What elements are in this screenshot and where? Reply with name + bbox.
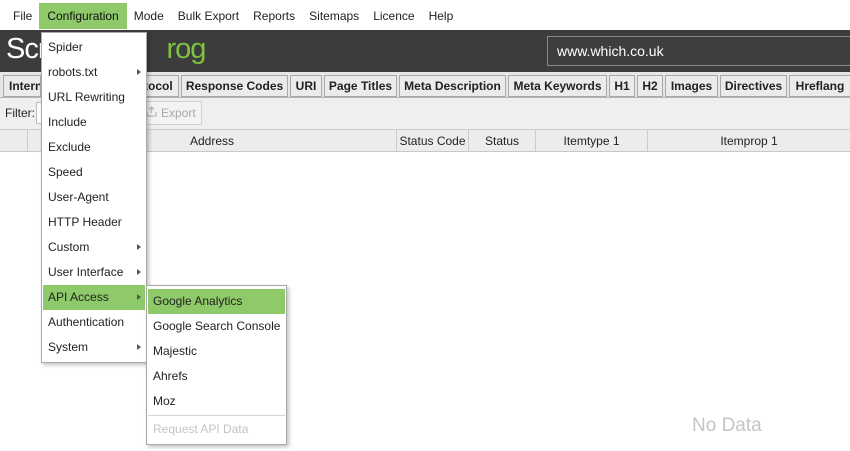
- menu-item-google-analytics[interactable]: Google Analytics: [148, 289, 285, 314]
- menu-mode[interactable]: Mode: [127, 3, 171, 29]
- menu-bulk-export[interactable]: Bulk Export: [171, 3, 246, 29]
- tab-h2[interactable]: H2: [637, 75, 663, 97]
- menu-licence[interactable]: Licence: [366, 3, 421, 29]
- menu-item-label: Spider: [48, 40, 83, 54]
- filter-label: Filter:: [5, 106, 35, 120]
- menu-item-custom[interactable]: Custom: [43, 235, 145, 260]
- menu-item-robots-txt[interactable]: robots.txt: [43, 60, 145, 85]
- logo-text-right: rog: [166, 33, 207, 65]
- menu-item-label: Moz: [153, 394, 176, 408]
- menu-item-request-api-data: Request API Data: [148, 417, 285, 442]
- tab-response-codes[interactable]: Response Codes: [181, 75, 288, 97]
- col-status[interactable]: Status: [469, 130, 536, 152]
- menu-item-http-header[interactable]: HTTP Header: [43, 210, 145, 235]
- chevron-right-icon: [137, 244, 141, 250]
- tab-h1[interactable]: H1: [609, 75, 635, 97]
- tab-uri[interactable]: URI: [290, 75, 322, 97]
- api-access-submenu: Google Analytics Google Search Console M…: [146, 285, 287, 445]
- col-itemtype-1[interactable]: Itemtype 1: [536, 130, 648, 152]
- menu-item-include[interactable]: Include: [43, 110, 145, 135]
- tab-meta-keywords[interactable]: Meta Keywords: [508, 75, 607, 97]
- tab-page-titles[interactable]: Page Titles: [324, 75, 397, 97]
- col-itemprop-1[interactable]: Itemprop 1: [648, 130, 850, 152]
- tab-directives[interactable]: Directives: [720, 75, 787, 97]
- menu-item-system[interactable]: System: [43, 335, 145, 360]
- menu-item-label: Exclude: [48, 140, 91, 154]
- menu-item-label: Google Search Console: [153, 319, 281, 333]
- tab-internal[interactable]: Intern: [3, 75, 41, 97]
- menu-item-speed[interactable]: Speed: [43, 160, 145, 185]
- menu-help[interactable]: Help: [422, 3, 461, 29]
- menu-item-moz[interactable]: Moz: [148, 389, 285, 414]
- menu-item-label: Custom: [48, 240, 90, 254]
- menu-reports[interactable]: Reports: [246, 3, 302, 29]
- menu-item-label: User-Agent: [48, 190, 109, 204]
- chevron-right-icon: [137, 294, 141, 300]
- export-icon: [146, 102, 157, 124]
- menu-bar: File Configuration Mode Bulk Export Repo…: [0, 0, 850, 30]
- menu-item-label: Speed: [48, 165, 83, 179]
- menu-item-label: HTTP Header: [48, 215, 122, 229]
- menu-item-label: Request API Data: [153, 422, 249, 436]
- menu-item-url-rewriting[interactable]: URL Rewriting: [43, 85, 145, 110]
- empty-state-text: No Data: [692, 415, 762, 436]
- menu-item-label: System: [48, 340, 89, 354]
- menu-item-user-agent[interactable]: User-Agent: [43, 185, 145, 210]
- menu-item-label: robots.txt: [48, 65, 98, 79]
- menu-item-ahrefs[interactable]: Ahrefs: [148, 364, 285, 389]
- menu-item-majestic[interactable]: Majestic: [148, 339, 285, 364]
- menu-item-google-search-console[interactable]: Google Search Console: [148, 314, 285, 339]
- menu-item-spider[interactable]: Spider: [43, 35, 145, 60]
- menu-file[interactable]: File: [6, 3, 39, 29]
- tab-hreflang[interactable]: Hreflang: [789, 75, 850, 97]
- configuration-menu: Spider robots.txt URL Rewriting Include …: [41, 32, 147, 363]
- chevron-right-icon: [137, 69, 141, 75]
- menu-item-label: URL Rewriting: [48, 90, 125, 104]
- menu-item-label: API Access: [48, 290, 109, 304]
- menu-item-label: Authentication: [48, 315, 125, 329]
- url-input[interactable]: www.which.co.uk: [547, 36, 850, 66]
- menu-configuration[interactable]: Configuration: [39, 3, 127, 29]
- menu-item-authentication[interactable]: Authentication: [43, 310, 145, 335]
- tab-images[interactable]: Images: [665, 75, 718, 97]
- menu-item-label: Majestic: [153, 344, 198, 358]
- menu-item-label: Include: [48, 115, 87, 129]
- menu-item-exclude[interactable]: Exclude: [43, 135, 145, 160]
- col-status-code[interactable]: Status Code: [397, 130, 469, 152]
- menu-separator: [148, 415, 285, 416]
- tab-meta-description[interactable]: Meta Description: [399, 75, 506, 97]
- menu-sitemaps[interactable]: Sitemaps: [302, 3, 366, 29]
- chevron-right-icon: [137, 269, 141, 275]
- chevron-right-icon: [137, 344, 141, 350]
- export-label: Export: [161, 106, 196, 120]
- menu-item-label: Ahrefs: [153, 369, 188, 383]
- col-index[interactable]: [0, 130, 28, 152]
- menu-item-label: Google Analytics: [153, 294, 243, 308]
- menu-item-label: User Interface: [48, 265, 124, 279]
- menu-item-user-interface[interactable]: User Interface: [43, 260, 145, 285]
- menu-item-api-access[interactable]: API Access: [43, 285, 145, 310]
